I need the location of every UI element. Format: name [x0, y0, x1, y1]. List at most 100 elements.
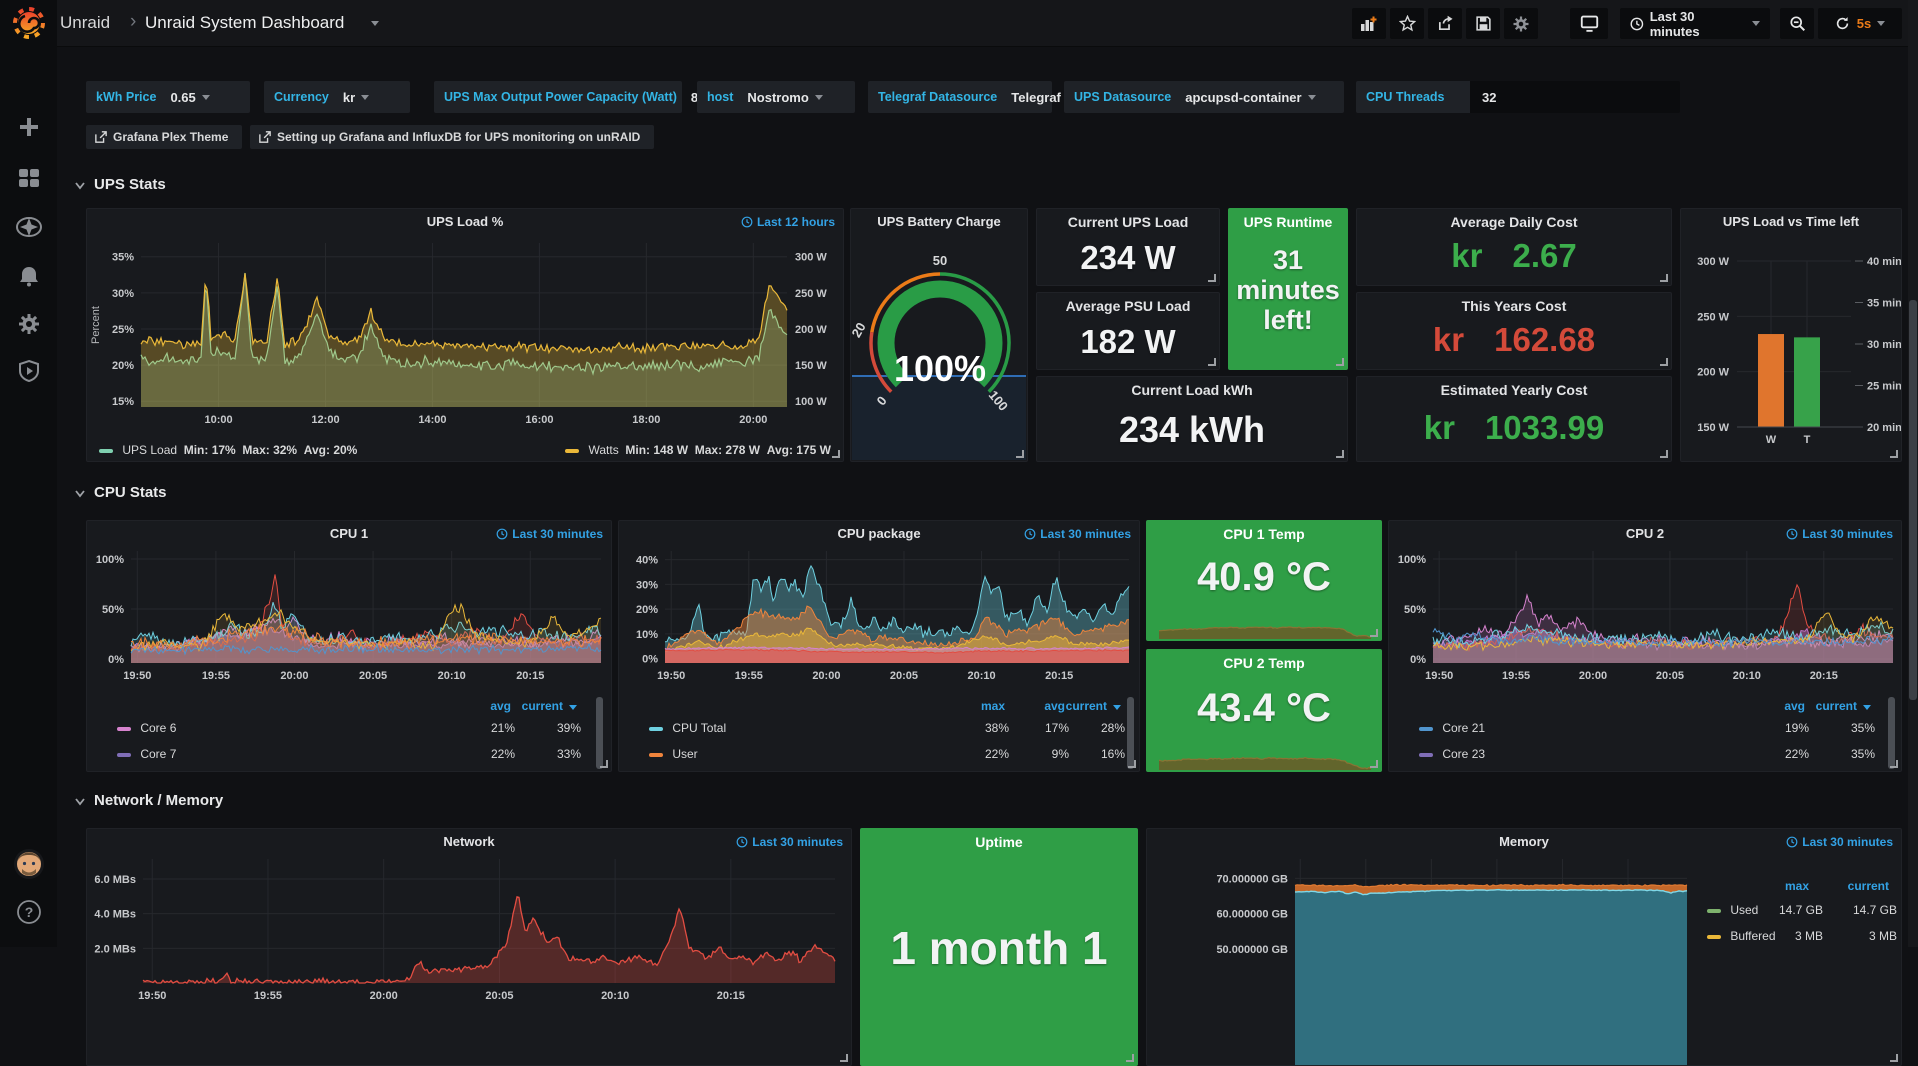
legend-header-current[interactable]: current	[522, 699, 577, 713]
legend-header-avg[interactable]: avg	[1044, 699, 1065, 713]
panel-title[interactable]: Average Daily Cost	[1357, 214, 1671, 230]
variable-ups-datasource[interactable]: UPS Datasource apcupsd-container	[1064, 81, 1344, 113]
breadcrumb-dashboard-title[interactable]: Unraid System Dashboard	[145, 13, 344, 33]
panel-title[interactable]: UPS Battery Charge	[851, 214, 1027, 229]
network-chart[interactable]: 19:5019:5520:0020:0520:1020:152.0 MBs4.0…	[87, 855, 852, 1066]
dashboard-link-plex-theme[interactable]: Grafana Plex Theme	[86, 125, 242, 149]
panel-title[interactable]: Estimated Yearly Cost	[1357, 382, 1671, 398]
variable-value[interactable]: 0.65	[170, 90, 195, 105]
battery-gauge[interactable]: 02050100100%	[851, 237, 1028, 437]
dashboard-settings-button[interactable]	[1504, 8, 1538, 39]
svg-text:50.000000 GB: 50.000000 GB	[1216, 944, 1288, 956]
panel-title[interactable]: Current Load kWh	[1037, 382, 1347, 398]
row-header-cpu-stats[interactable]: CPU Stats	[74, 484, 167, 501]
svg-text:20:10: 20:10	[438, 670, 466, 682]
dashboard-link-ups-guide[interactable]: Setting up Grafana and InfluxDB for UPS …	[250, 125, 654, 149]
user-avatar[interactable]	[13, 848, 45, 880]
sidebar-admin-icon[interactable]	[17, 359, 41, 383]
legend-row[interactable]: CPU Total 38% 17% 28%	[649, 721, 1139, 735]
page-scrollbar-thumb[interactable]	[1909, 300, 1917, 700]
sidebar-configuration-icon[interactable]	[17, 312, 41, 336]
legend-header-avg[interactable]: avg	[490, 699, 511, 713]
share-dashboard-button[interactable]	[1428, 8, 1462, 39]
variable-currency[interactable]: Currency kr	[264, 81, 410, 113]
save-dashboard-button[interactable]	[1466, 8, 1500, 39]
sidebar-explore-icon[interactable]	[16, 215, 42, 239]
ups-bar-chart[interactable]: 150 W200 W250 W300 W20 min25 min30 min35…	[1681, 209, 1902, 462]
variable-value[interactable]: Nostromo	[747, 90, 808, 105]
row-header-network-memory[interactable]: Network / Memory	[74, 792, 223, 809]
star-dashboard-button[interactable]	[1390, 8, 1424, 39]
legend-series-name[interactable]: Watts	[588, 443, 618, 457]
refresh-button[interactable]: 5s	[1818, 8, 1902, 39]
legend-header-current[interactable]: current	[1848, 879, 1889, 893]
legend-row[interactable]: Used 14.7 GB 14.7 GB	[1707, 903, 1901, 917]
ups-load-chart[interactable]: 10:0012:0014:0016:0018:0020:0015%20%25%3…	[87, 235, 844, 435]
legend-header-current[interactable]: current	[1816, 699, 1871, 713]
legend-row[interactable]: User 22% 9% 16%	[649, 747, 1139, 761]
cpu-package-chart[interactable]: 19:5019:5520:0020:0520:1020:150%10%20%30…	[619, 545, 1140, 695]
legend-series-name[interactable]: CPU Total	[672, 721, 726, 735]
svg-text:20 min: 20 min	[1867, 422, 1902, 434]
page-scrollbar[interactable]	[1908, 0, 1918, 947]
sidebar-create-icon[interactable]	[17, 115, 41, 139]
zoom-out-button[interactable]	[1780, 8, 1814, 39]
legend-header-current[interactable]: current	[1066, 699, 1121, 713]
panel-title[interactable]: Uptime	[861, 834, 1137, 850]
legend-current-value: 14.7 GB	[1827, 903, 1897, 917]
panel-title[interactable]: Current UPS Load	[1037, 214, 1219, 230]
dashboard-caret-icon[interactable]	[371, 21, 379, 26]
legend-series-name[interactable]: Core 6	[140, 721, 176, 735]
variable-ups-max-output[interactable]: UPS Max Output Power Capacity (Watt) 865	[434, 81, 682, 113]
legend-row[interactable]: Core 6 21% 39%	[117, 721, 611, 735]
legend-scrollbar[interactable]	[596, 697, 603, 769]
legend-ups-load[interactable]: UPS Load Min: 17% Max: 32% Avg: 20%	[99, 443, 357, 457]
variable-telegraf-datasource[interactable]: Telegraf Datasource Telegraf	[868, 81, 1052, 113]
sidebar-alerting-icon[interactable]	[17, 264, 41, 288]
save-icon	[1475, 15, 1492, 32]
row-header-ups-stats[interactable]: UPS Stats	[74, 176, 166, 193]
add-panel-button[interactable]	[1352, 8, 1386, 39]
time-range-picker[interactable]: Last 30 minutes	[1620, 8, 1770, 39]
sidebar-dashboards-icon[interactable]	[17, 166, 41, 190]
cycle-view-mode-button[interactable]	[1570, 8, 1608, 39]
legend-series-name[interactable]: Core 21	[1442, 721, 1485, 735]
legend-series-name[interactable]: Core 23	[1442, 747, 1485, 761]
breadcrumb-folder[interactable]: Unraid	[60, 13, 110, 33]
panel-title[interactable]: This Years Cost	[1357, 298, 1671, 314]
variable-cpu-threads-input[interactable]: 32	[1470, 81, 1680, 113]
legend-scrollbar[interactable]	[1888, 697, 1895, 769]
legend-header-max[interactable]: max	[1785, 879, 1809, 893]
legend-series-name[interactable]: User	[672, 747, 697, 761]
variable-host[interactable]: host Nostromo	[697, 81, 855, 113]
legend-row[interactable]: Core 21 19% 35%	[1419, 721, 1901, 735]
panel-title[interactable]: UPS Runtime	[1229, 214, 1347, 230]
help-icon[interactable]: ?	[16, 899, 42, 925]
svg-text:16:00: 16:00	[525, 414, 553, 426]
legend-header-max[interactable]: max	[981, 699, 1005, 713]
variable-value[interactable]: apcupsd-container	[1185, 90, 1301, 105]
grafana-logo-icon[interactable]	[13, 6, 45, 40]
panel-title[interactable]: CPU 1 Temp	[1147, 526, 1381, 542]
svg-text:20%: 20%	[112, 360, 134, 372]
panel-title[interactable]: Average PSU Load	[1037, 298, 1219, 314]
chevron-down-icon	[74, 795, 86, 807]
variable-value[interactable]: Telegraf	[1011, 90, 1061, 105]
legend-row[interactable]: Core 23 22% 35%	[1419, 747, 1901, 761]
cpu2-chart[interactable]: 19:5019:5520:0020:0520:1020:150%50%100%	[1389, 545, 1902, 695]
variable-kwh-price[interactable]: kWh Price 0.65	[86, 81, 250, 113]
legend-scrollbar[interactable]	[1127, 697, 1134, 769]
svg-text:20:10: 20:10	[1733, 670, 1761, 682]
cpu1-chart[interactable]: 19:5019:5520:0020:0520:1020:150%50%100%	[87, 545, 612, 695]
legend-series-name[interactable]: Core 7	[140, 747, 176, 761]
sidebar: ?	[0, 0, 57, 947]
legend-header-avg[interactable]: avg	[1784, 699, 1805, 713]
legend-row[interactable]: Core 7 22% 33%	[117, 747, 611, 761]
panel-title[interactable]: UPS Load %	[87, 214, 843, 229]
panel-title[interactable]: CPU 2 Temp	[1147, 655, 1381, 671]
variable-value[interactable]: kr	[343, 90, 355, 105]
legend-watts[interactable]: Watts Min: 148 W Max: 278 W Avg: 175 W	[565, 443, 831, 457]
svg-text:19:55: 19:55	[254, 990, 282, 1002]
legend-series-name[interactable]: UPS Load	[122, 443, 177, 457]
legend-row[interactable]: Buffered 3 MB 3 MB	[1707, 929, 1901, 943]
